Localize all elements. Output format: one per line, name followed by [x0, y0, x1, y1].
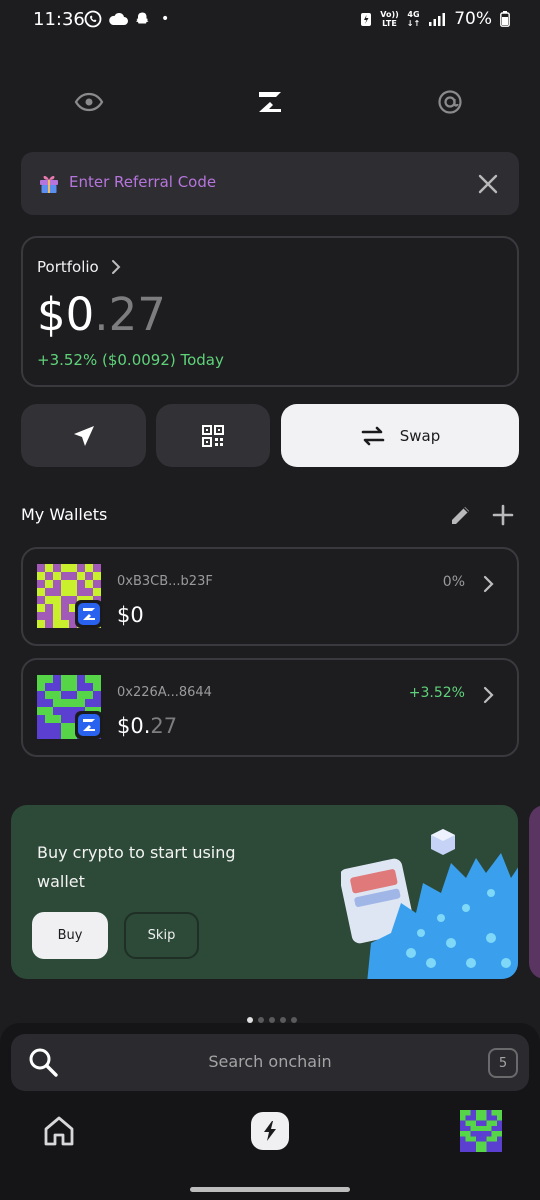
swap-button[interactable]: Swap	[281, 404, 519, 467]
wallet-card-1[interactable]: 0xB3CB...b23F $0 0%	[21, 547, 519, 646]
promo-text: Buy crypto to start using wallet	[37, 843, 236, 891]
wallets-header: My Wallets	[21, 503, 519, 529]
promo-card: Buy crypto to start using wallet Buy Ski…	[11, 805, 518, 979]
avatar	[460, 1110, 502, 1152]
gesture-bar[interactable]	[190, 1187, 350, 1192]
status-time: 11:36	[33, 9, 85, 30]
chevron-right-icon	[111, 260, 121, 274]
profile-tab[interactable]	[460, 1110, 502, 1152]
wallet-balance: $0.27	[117, 714, 178, 738]
wallet-change: +3.52%	[408, 685, 465, 701]
whatsapp-icon	[84, 10, 102, 28]
network-vo-lte: Vo)) LTE	[380, 10, 399, 28]
chevron-right-icon	[483, 575, 494, 593]
search-shortcut-badge: 5	[488, 1048, 518, 1078]
promo-illustration	[341, 829, 518, 979]
swap-icon	[361, 426, 385, 445]
referral-banner[interactable]: Enter Referral Code	[21, 152, 519, 215]
snapchat-icon	[136, 12, 149, 23]
notification-dot: •	[161, 11, 170, 27]
send-icon	[73, 425, 94, 446]
promo-next-card[interactable]	[529, 805, 540, 979]
at-sign-icon[interactable]	[428, 80, 472, 124]
wallet-address: 0xB3CB...b23F	[117, 574, 213, 589]
eye-icon[interactable]	[67, 80, 111, 124]
search-placeholder: Search onchain	[208, 1052, 332, 1071]
gift-icon	[40, 176, 58, 193]
top-nav	[0, 80, 540, 124]
wallet-balance: $0	[117, 603, 144, 627]
battery-icon	[500, 11, 510, 27]
status-bar: 11:36 • Vo)) LTE 4G ↓↑ 70%	[0, 0, 540, 40]
wallet-card-2[interactable]: 0x226A...8644 $0.27 +3.52%	[21, 658, 519, 757]
battery-percent: 70%	[454, 9, 492, 29]
send-button[interactable]	[21, 404, 146, 467]
skip-button[interactable]: Skip	[124, 912, 199, 959]
zerion-tab[interactable]	[251, 1112, 289, 1150]
lightning-icon	[264, 1121, 276, 1141]
zerion-badge-icon	[75, 711, 103, 739]
battery-saver-icon	[361, 13, 372, 26]
signal-icon	[429, 13, 446, 26]
plus-icon[interactable]	[491, 503, 515, 527]
zerion-logo-icon[interactable]	[248, 80, 292, 124]
qr-code-icon	[202, 424, 224, 447]
wallet-change: 0%	[442, 574, 465, 590]
wallets-title: My Wallets	[21, 505, 108, 524]
portfolio-card[interactable]: Portfolio $0.27 +3.52% ($0.0092) Today	[21, 236, 519, 387]
network-4g: 4G ↓↑	[406, 10, 421, 28]
portfolio-label: Portfolio	[37, 258, 99, 276]
close-icon[interactable]	[475, 171, 501, 197]
buy-button[interactable]: Buy	[32, 912, 108, 959]
cloud-icon	[109, 12, 128, 25]
search-bar[interactable]: Search onchain 5	[11, 1034, 529, 1091]
pencil-icon[interactable]	[449, 503, 473, 527]
home-tab[interactable]	[38, 1110, 80, 1152]
chevron-right-icon	[483, 686, 494, 704]
zerion-badge-icon	[75, 600, 103, 628]
home-icon	[44, 1116, 74, 1146]
referral-label: Enter Referral Code	[69, 173, 217, 191]
portfolio-balance: $0.27	[37, 288, 166, 341]
portfolio-change: +3.52% ($0.0092) Today	[37, 351, 224, 369]
receive-button[interactable]	[156, 404, 270, 467]
swap-label: Swap	[399, 426, 441, 445]
wallet-address: 0x226A...8644	[117, 685, 212, 700]
